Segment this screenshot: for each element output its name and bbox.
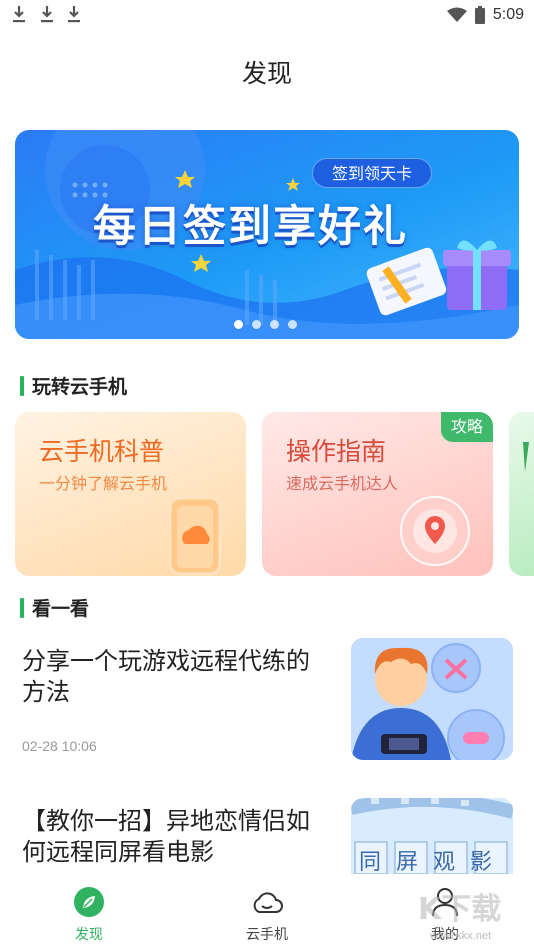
- tab-cloud-phone[interactable]: 云手机: [207, 874, 327, 949]
- article-title: 【教你一招】异地恋情侣如何远程同屏看电影: [22, 807, 310, 866]
- card-title: 操作指南: [286, 437, 387, 466]
- carousel-dot[interactable]: [270, 320, 279, 329]
- card-more[interactable]: [509, 412, 534, 576]
- gamer-illustration: [351, 638, 513, 760]
- section-accent-bar: [20, 597, 24, 618]
- carousel-dot[interactable]: [252, 320, 261, 329]
- card-cloud-phone-intro[interactable]: 云手机科普 一分钟了解云手机: [15, 412, 246, 576]
- watermark-logo: K下载: [418, 892, 502, 927]
- section-accent-bar: [20, 375, 24, 396]
- carousel-dot[interactable]: [234, 320, 243, 329]
- card-more-preview: [523, 442, 529, 472]
- status-time: 5:09: [492, 6, 524, 23]
- article-thumbnail: 同 屏 观 影: [351, 798, 513, 874]
- section-heading-watch: 看一看: [20, 594, 89, 621]
- card-tag: 攻略: [441, 412, 493, 442]
- banner-headline: 每日签到享好礼: [93, 202, 408, 252]
- article-item[interactable]: 【教你一招】异地恋情侣如何远程同屏看电影 同 屏 观 影: [0, 798, 534, 874]
- location-pin-icon: [400, 496, 470, 566]
- signin-banner[interactable]: 签到领天卡 每日签到享好礼: [15, 130, 519, 339]
- thumbnail-caption: 同 屏 观 影: [359, 850, 496, 874]
- cloud-icon: [253, 892, 283, 913]
- phone-cloud-icon: [168, 496, 222, 576]
- download-icon: [13, 6, 25, 23]
- wifi-icon: [446, 7, 467, 22]
- battery-icon: [474, 6, 485, 24]
- watermark-url: www.kkx.net: [430, 930, 492, 942]
- carousel-dot[interactable]: [288, 320, 297, 329]
- tab-label: 云手机: [246, 927, 288, 943]
- card-operation-guide[interactable]: 操作指南 速成云手机达人 攻略: [262, 412, 493, 576]
- compass-leaf-icon: [74, 887, 104, 917]
- section-title: 玩转云手机: [32, 376, 128, 398]
- banner-badge: 签到领天卡: [312, 158, 432, 188]
- article-item[interactable]: 分享一个玩游戏远程代练的方法 02-28 10:06: [0, 638, 534, 768]
- section-heading-play: 玩转云手机: [20, 372, 127, 399]
- card-subtitle: 一分钟了解云手机: [39, 474, 168, 493]
- card-subtitle: 速成云手机达人: [286, 474, 399, 493]
- tab-discover[interactable]: 发现: [29, 874, 149, 949]
- article-date: 02-28 10:06: [22, 738, 97, 754]
- section-title: 看一看: [32, 598, 90, 620]
- status-bar: 5:09: [0, 0, 534, 30]
- download-icon: [68, 6, 80, 23]
- page-title: 发现: [241, 59, 292, 88]
- tab-label: 发现: [75, 927, 103, 943]
- carousel-indicators: [234, 320, 297, 329]
- article-title: 分享一个玩游戏远程代练的方法: [22, 647, 310, 706]
- article-thumbnail: [351, 638, 513, 760]
- card-title: 云手机科普: [39, 437, 165, 466]
- download-icon: [41, 6, 53, 23]
